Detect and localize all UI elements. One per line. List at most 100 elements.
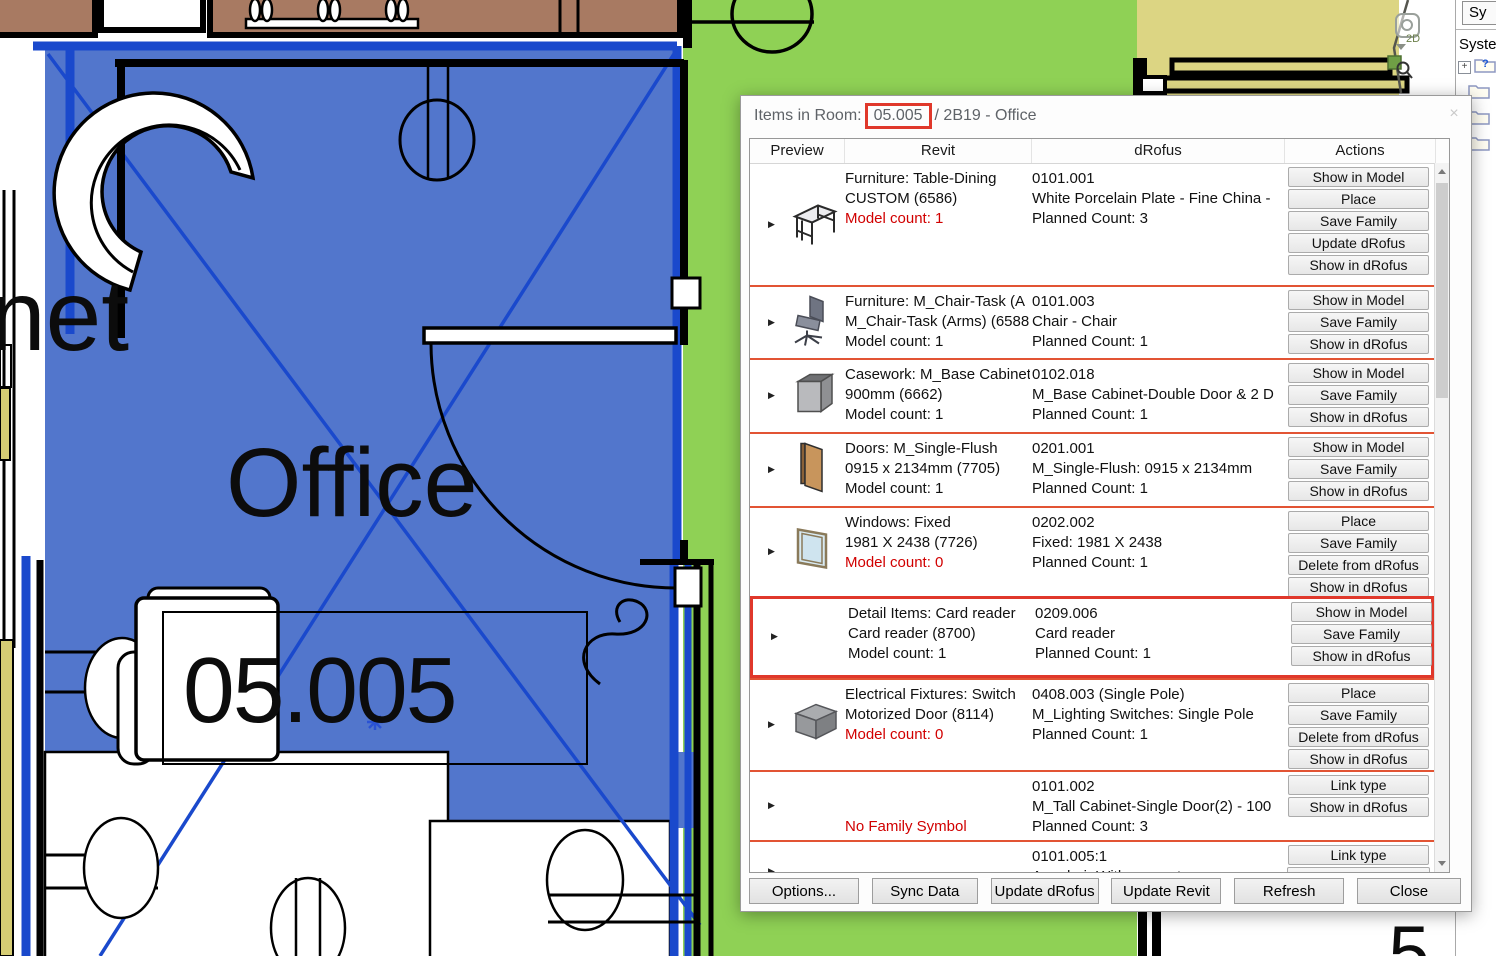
show-in-drofus-button[interactable]: Show in dRofus [1291, 646, 1432, 666]
revit-line: Model count: 1 [845, 209, 1030, 229]
update-drofus-button[interactable]: Update dRofus [991, 878, 1099, 904]
expand-arrow-icon[interactable]: ▶ [768, 391, 775, 401]
revit-line: M_Chair-Task (Arms) (6588 [845, 312, 1030, 332]
show-in-model-button[interactable]: Show in Model [1288, 363, 1429, 383]
revit-line: Model count: 1 [845, 479, 1030, 499]
show-in-drofus-button[interactable]: Show in dRofus [1288, 577, 1429, 596]
update-drofus-button[interactable]: Update dRofus [1288, 233, 1429, 253]
drofus-line: 0408.003 (Single Pole) [1032, 685, 1283, 705]
revit-line: Card reader (8700) [848, 624, 1033, 644]
tree-expand-icon[interactable]: + [1458, 61, 1471, 74]
save-family-button[interactable]: Save Family [1291, 624, 1432, 644]
options-button[interactable]: Options... [749, 878, 859, 904]
expand-arrow-icon[interactable]: ▶ [768, 318, 775, 328]
revit-line: Model count: 1 [848, 644, 1033, 664]
sync-data-button[interactable]: Sync Data [872, 878, 978, 904]
close-button[interactable]: Close [1357, 878, 1461, 904]
save-family-button[interactable]: Save Family [1288, 705, 1429, 725]
show-in-drofus-button[interactable]: Show in dRofus [1288, 481, 1429, 501]
save-family-button[interactable]: Save Family [1288, 459, 1429, 479]
table-row[interactable]: ▶Furniture: M_Chair-Task (AM_Chair-Task … [750, 285, 1434, 358]
revit-line [845, 797, 1030, 817]
revit-line: Detail Items: Card reader [848, 604, 1033, 624]
drofus-line: M_Lighting Switches: Single Pole [1032, 705, 1283, 725]
expand-arrow-icon[interactable]: ▶ [768, 465, 775, 475]
revit-line: Casework: M_Base Cabinet [845, 365, 1030, 385]
refresh-button[interactable]: Refresh [1234, 878, 1344, 904]
expand-arrow-icon[interactable]: ▶ [768, 867, 775, 872]
table-row[interactable]: ▶ Furniture: Table-DiningCUSTOM (6586)Mod… [750, 163, 1434, 285]
place-button[interactable]: Place [1288, 683, 1429, 703]
revit-canvas[interactable]: 2D [0, 0, 1496, 956]
link-type-button[interactable]: Link type [1288, 845, 1429, 865]
show-in-drofus-button[interactable]: Show in dRofus [1288, 407, 1429, 427]
table-row[interactable]: ▶ Detail Items: Card readerCard reader (8… [750, 596, 1434, 678]
actions-cell: PlaceSave FamilyDelete from dRofus Show i… [1283, 508, 1434, 596]
show-in-model-button[interactable]: Show in Model [1288, 167, 1429, 187]
delete-from-drofus-button[interactable]: Delete from dRofus [1288, 555, 1429, 575]
save-family-button[interactable]: Save Family [1288, 533, 1429, 553]
revit-cell: Furniture: Table-DiningCUSTOM (6586)Mode… [845, 164, 1030, 285]
drofus-line: 0209.006 [1035, 604, 1286, 624]
table-row[interactable]: ▶Electrical Fixtures: SwitchMotorized Do… [750, 678, 1434, 770]
scrollbar-thumb[interactable] [1436, 183, 1448, 398]
place-button[interactable]: Place [1288, 511, 1429, 531]
revit-line: Motorized Door (8114) [845, 705, 1030, 725]
delete-from-drofus-button[interactable]: Delete from dRofus [1288, 727, 1429, 747]
switch-icon [790, 699, 842, 752]
drofus-cell: 0101.003Chair - ChairPlanned Count: 1 [1032, 287, 1283, 358]
revit-line: Doors: M_Single-Flush [845, 439, 1030, 459]
show-in-drofus-button[interactable]: Show in dRofus [1288, 334, 1429, 354]
expand-arrow-icon[interactable]: ▶ [768, 220, 775, 230]
folder-question-icon[interactable]: ? [1474, 56, 1496, 78]
scroll-down-icon[interactable] [1435, 855, 1449, 872]
save-family-button[interactable]: Save Family [1288, 211, 1429, 231]
expand-arrow-icon[interactable]: ▶ [771, 632, 778, 642]
show-in-drofus-button[interactable]: Show in dRofus [1288, 797, 1429, 817]
actions-cell: Link type [1283, 842, 1434, 872]
show-in-drofus-button[interactable]: Show in dRofus [1288, 749, 1429, 769]
tree-root-row[interactable]: + ? [1458, 56, 1496, 78]
revit-line: No Family Symbol [845, 817, 1030, 837]
save-family-button[interactable]: Save Family [1288, 385, 1429, 405]
drofus-line: Planned Count: 1 [1032, 725, 1283, 745]
dialog-title-prefix: Items in Room: [754, 107, 862, 125]
expand-arrow-icon[interactable]: ▶ [768, 547, 775, 557]
revit-cell: Casework: M_Base Cabinet900mm (6662)Mode… [845, 360, 1030, 432]
revit-line: 900mm (6662) [845, 385, 1030, 405]
table-row[interactable]: ▶Doors: M_Single-Flush0915 x 2134mm (770… [750, 432, 1434, 506]
drofus-line: Card reader [1035, 624, 1286, 644]
close-icon[interactable]: × [1443, 104, 1465, 124]
items-table: Preview Revit dRofus Actions ▶Furniture:… [749, 138, 1450, 873]
system-panel-button[interactable]: Sy [1462, 1, 1496, 25]
show-in-model-button[interactable]: Show in Model [1288, 290, 1429, 310]
table-row[interactable]: ▶0101.005:1Armchair With armrestLink typ… [750, 840, 1434, 872]
expand-arrow-icon[interactable]: ▶ [768, 801, 775, 811]
scroll-up-icon[interactable] [1435, 163, 1449, 180]
revit-cell: Detail Items: Card readerCard reader (87… [848, 599, 1033, 675]
table-row[interactable]: ▶Windows: Fixed1981 X 2438 (7726)Model c… [750, 506, 1434, 596]
drofus-line: 0202.002 [1032, 513, 1283, 533]
crop-2d-label: 2D [1406, 33, 1420, 45]
link-type-button[interactable]: Link type [1288, 775, 1429, 795]
partial-button[interactable] [1287, 867, 1430, 872]
revit-line: Model count: 1 [845, 405, 1030, 425]
dialog-title: Items in Room: 05.005 / 2B19 - Office [754, 103, 1037, 129]
show-in-model-button[interactable]: Show in Model [1288, 437, 1429, 457]
table-header: Preview Revit dRofus Actions [750, 139, 1449, 164]
drofus-line: Planned Count: 1 [1032, 479, 1283, 499]
save-family-button[interactable]: Save Family [1288, 312, 1429, 332]
show-in-model-button[interactable]: Show in Model [1291, 602, 1432, 622]
actions-cell: Show in ModelSave FamilyShow in dRofus [1283, 360, 1434, 432]
expand-arrow-icon[interactable]: ▶ [768, 720, 775, 730]
table-row[interactable]: ▶ Casework: M_Base Cabinet900mm (6662)Mod… [750, 358, 1434, 432]
drofus-line: Fixed: 1981 X 2438 [1032, 533, 1283, 553]
section-handle[interactable] [1388, 56, 1401, 69]
show-in-drofus-button[interactable]: Show in dRofus [1288, 255, 1429, 275]
dialog-footer: Options... Sync Data Update dRofus Update R… [749, 878, 1461, 905]
actions-cell: PlaceSave FamilyDelete from dRofusShow i… [1283, 680, 1434, 770]
table-scrollbar[interactable] [1434, 163, 1449, 872]
update-revit-button[interactable]: Update Revit [1111, 878, 1221, 904]
table-row[interactable]: ▶ No Family Symbol0101.002M_Tall Cabinet… [750, 770, 1434, 840]
place-button[interactable]: Place [1288, 189, 1429, 209]
